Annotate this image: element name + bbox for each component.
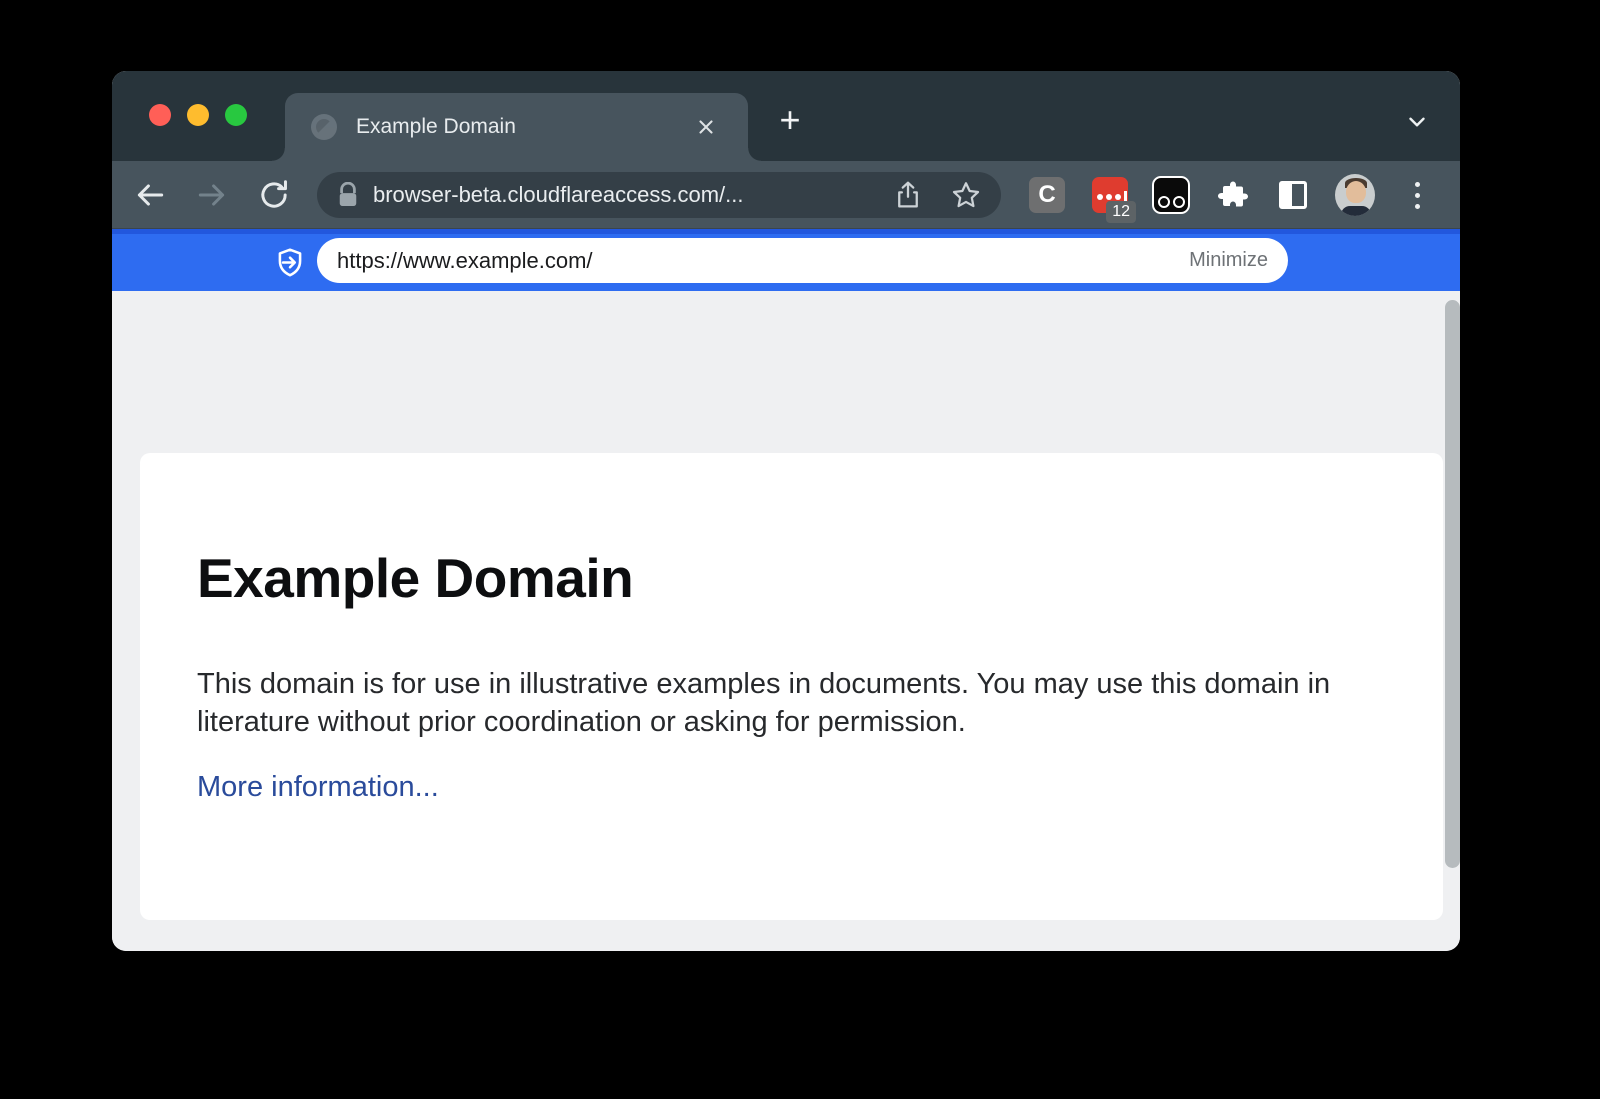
page-paragraph: This domain is for use in illustrative e…	[197, 665, 1347, 741]
bookmark-star-icon[interactable]	[951, 180, 981, 210]
page-title: Example Domain	[197, 546, 633, 610]
zoom-window-button[interactable]	[225, 104, 247, 126]
address-bar[interactable]: browser-beta.cloudflareaccess.com/...	[317, 172, 1001, 218]
globe-favicon-icon	[311, 114, 337, 140]
tab-close-icon[interactable]	[690, 111, 722, 143]
extensions-puzzle-icon[interactable]	[1213, 175, 1253, 215]
address-url-text[interactable]: browser-beta.cloudflareaccess.com/...	[373, 182, 893, 208]
isolation-url-input[interactable]	[337, 248, 1189, 274]
tab-example-domain[interactable]: Example Domain	[285, 93, 748, 161]
share-icon[interactable]	[893, 180, 923, 210]
close-window-button[interactable]	[149, 104, 171, 126]
tab-strip: Example Domain +	[112, 71, 1460, 161]
more-menu-icon[interactable]	[1397, 175, 1437, 215]
side-panel-icon[interactable]	[1273, 175, 1313, 215]
window-controls	[149, 104, 247, 126]
tab-search-chevron-icon[interactable]	[1397, 102, 1437, 142]
extension-badge: 12	[1106, 201, 1136, 223]
profile-avatar[interactable]	[1335, 175, 1375, 215]
minimize-bar-button[interactable]: Minimize	[1189, 249, 1268, 272]
example-domain-card: Example Domain This domain is for use in…	[140, 453, 1443, 920]
more-information-link[interactable]: More information...	[197, 771, 439, 804]
shield-arrow-icon	[270, 243, 310, 283]
isolation-url-pill: Minimize	[317, 238, 1288, 283]
lock-icon[interactable]	[337, 182, 359, 208]
browser-window: Example Domain +	[112, 71, 1460, 951]
extension-c-icon[interactable]: C	[1027, 175, 1067, 215]
new-tab-button[interactable]: +	[768, 100, 812, 144]
page-viewport: Example Domain This domain is for use in…	[112, 291, 1460, 951]
extension-goggles-icon[interactable]	[1151, 175, 1191, 215]
forward-icon[interactable]	[192, 175, 232, 215]
isolation-bar: Minimize	[112, 229, 1460, 291]
scrollbar-thumb[interactable]	[1445, 300, 1460, 868]
back-icon[interactable]	[130, 175, 170, 215]
minimize-window-button[interactable]	[187, 104, 209, 126]
reload-icon[interactable]	[254, 175, 294, 215]
extension-password-icon[interactable]: 12	[1090, 175, 1130, 215]
tab-title: Example Domain	[356, 115, 690, 139]
browser-toolbar: browser-beta.cloudflareaccess.com/... C	[112, 161, 1460, 229]
